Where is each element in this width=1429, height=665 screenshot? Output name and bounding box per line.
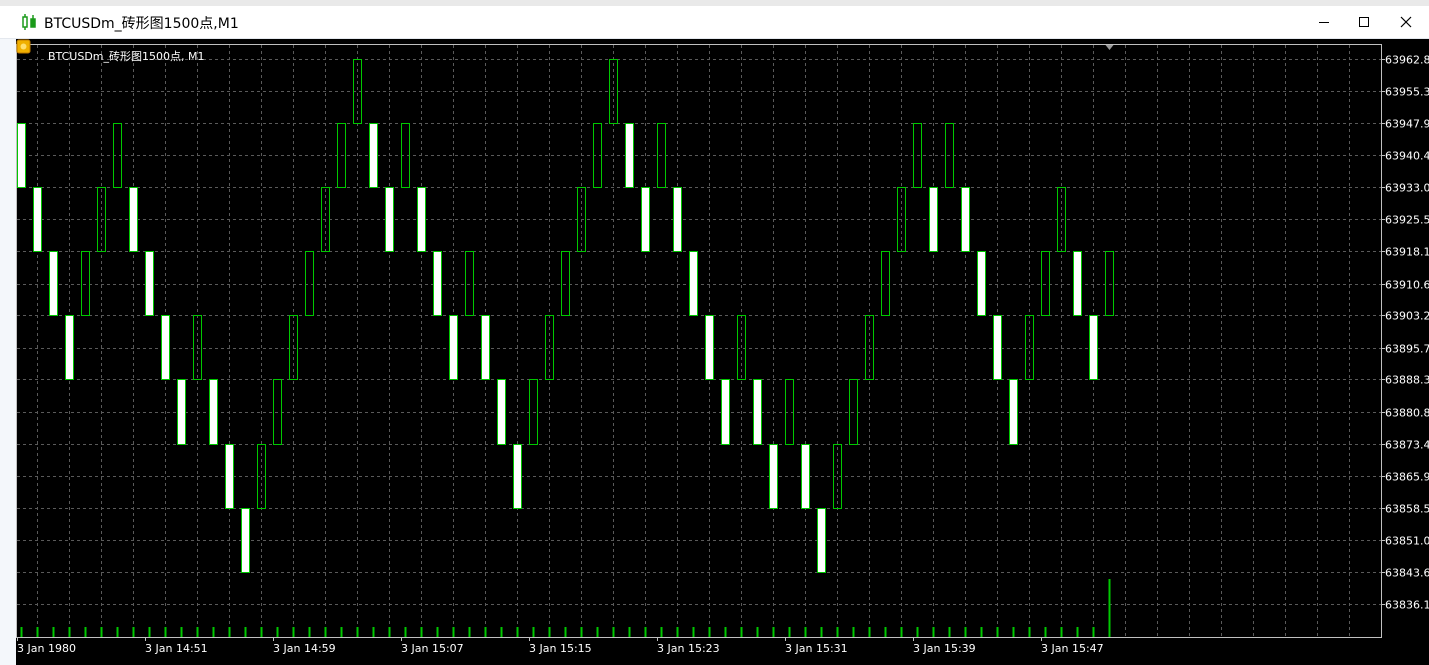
minimize-button[interactable] (1309, 10, 1339, 34)
renko-brick-down (753, 379, 762, 445)
renko-brick-down (993, 315, 1002, 380)
price-axis-label: 63895.7 (1385, 343, 1429, 356)
time-axis-label: 3 Jan 15:23 (657, 642, 720, 655)
renko-brick-down (1073, 251, 1082, 316)
close-button[interactable] (1391, 10, 1421, 34)
chart-symbol-label: BTCUSDm_砖形图1500点, M1 (48, 50, 205, 63)
renko-brick-down (209, 379, 218, 445)
price-axis-label: 63940.4 (1385, 150, 1429, 163)
time-axis-label: 3 Jan 14:59 (273, 642, 336, 655)
price-axis-label: 63955.3 (1385, 86, 1429, 99)
renko-brick-down (929, 187, 938, 252)
price-axis-label: 63880.8 (1385, 407, 1429, 420)
time-axis-label: 3 Jan 15:07 (401, 642, 464, 655)
renko-brick-down (449, 315, 458, 380)
renko-brick-up (1041, 251, 1050, 316)
renko-brick-down (481, 315, 490, 380)
renko-brick-down (705, 315, 714, 380)
renko-brick-down (721, 379, 730, 445)
renko-brick-down (241, 508, 250, 573)
renko-brick-down (1089, 315, 1098, 380)
expert-advisor-icon (16, 39, 31, 54)
time-axis-label: 3 Jan 15:39 (913, 642, 976, 655)
renko-brick-down (801, 444, 810, 509)
renko-brick-down (369, 123, 378, 188)
close-icon (1400, 16, 1412, 28)
price-axis-label: 63925.5 (1385, 214, 1429, 227)
price-axis-label: 63888.3 (1385, 374, 1429, 387)
renko-brick-up (305, 251, 314, 316)
time-axis-label: 3 Jan 14:51 (145, 642, 208, 655)
renko-brick-down (977, 251, 986, 316)
price-axis-label: 63918.1 (1385, 246, 1429, 259)
renko-brick-down (1009, 379, 1018, 445)
chart-window: BTCUSDm_砖形图1500点,M1 63962.8 63955.3 63947.… (0, 6, 1429, 665)
renko-brick-down (65, 315, 74, 380)
renko-brick-up (1105, 251, 1114, 316)
renko-brick-down (385, 187, 394, 252)
time-axis-label: 3 Jan 15:15 (529, 642, 592, 655)
plot-frame (16, 44, 1382, 638)
renko-brick-down (961, 187, 970, 252)
price-axis-label: 63843.6 (1385, 567, 1429, 580)
renko-brick-down (641, 187, 650, 252)
renko-brick-down (17, 123, 26, 188)
renko-brick-down (625, 123, 634, 188)
renko-brick-down (145, 251, 154, 316)
price-axis-label: 63947.9 (1385, 118, 1429, 131)
price-axis-label: 63865.9 (1385, 471, 1429, 484)
renko-brick-down (769, 444, 778, 509)
shift-marker (1105, 45, 1114, 50)
price-axis-label: 63962.8 (1385, 54, 1429, 67)
renko-brick-up (465, 251, 474, 316)
title-bar[interactable]: BTCUSDm_砖形图1500点,M1 (0, 6, 1429, 39)
price-axis-label: 63933.0 (1385, 182, 1429, 195)
candlestick-icon (22, 14, 36, 30)
price-axis-label: 63851.0 (1385, 535, 1429, 548)
renko-brick-down (161, 315, 170, 380)
renko-brick-down (673, 187, 682, 252)
chart-canvas[interactable]: 63962.8 63955.3 63947.9 63940.4 63933.0 63925… (16, 39, 1429, 665)
time-axis-label: 3 Jan 15:31 (785, 642, 848, 655)
renko-brick-down (177, 379, 186, 445)
renko-brick-down (33, 187, 42, 252)
minimize-icon (1319, 22, 1329, 23)
price-axis-label: 63836.1 (1385, 599, 1429, 612)
renko-brick-up (81, 251, 90, 316)
renko-brick-up (561, 251, 570, 316)
time-axis-label: 3 Jan 1980 (17, 642, 76, 655)
renko-brick-down (817, 508, 826, 573)
maximize-icon (1359, 17, 1369, 27)
renko-brick-down (689, 251, 698, 316)
price-axis-label: 63910.6 (1385, 279, 1429, 292)
renko-brick-down (417, 187, 426, 252)
renko-brick-up (881, 251, 890, 316)
maximize-button[interactable] (1349, 10, 1379, 34)
price-axis-label: 63903.2 (1385, 310, 1429, 323)
renko-chart[interactable]: 63962.8 63955.3 63947.9 63940.4 63933.0 63925… (16, 39, 1429, 665)
renko-brick-down (513, 444, 522, 509)
time-axis-label: 3 Jan 15:47 (1041, 642, 1104, 655)
renko-brick-down (129, 187, 138, 252)
price-axis-label: 63873.4 (1385, 439, 1429, 452)
renko-brick-down (49, 251, 58, 316)
renko-brick-down (433, 251, 442, 316)
renko-brick-down (225, 444, 234, 509)
price-axis-label: 63858.5 (1385, 503, 1429, 516)
renko-brick-down (497, 379, 506, 445)
window-title: BTCUSDm_砖形图1500点,M1 (44, 16, 239, 32)
left-dock-strip (0, 39, 16, 665)
